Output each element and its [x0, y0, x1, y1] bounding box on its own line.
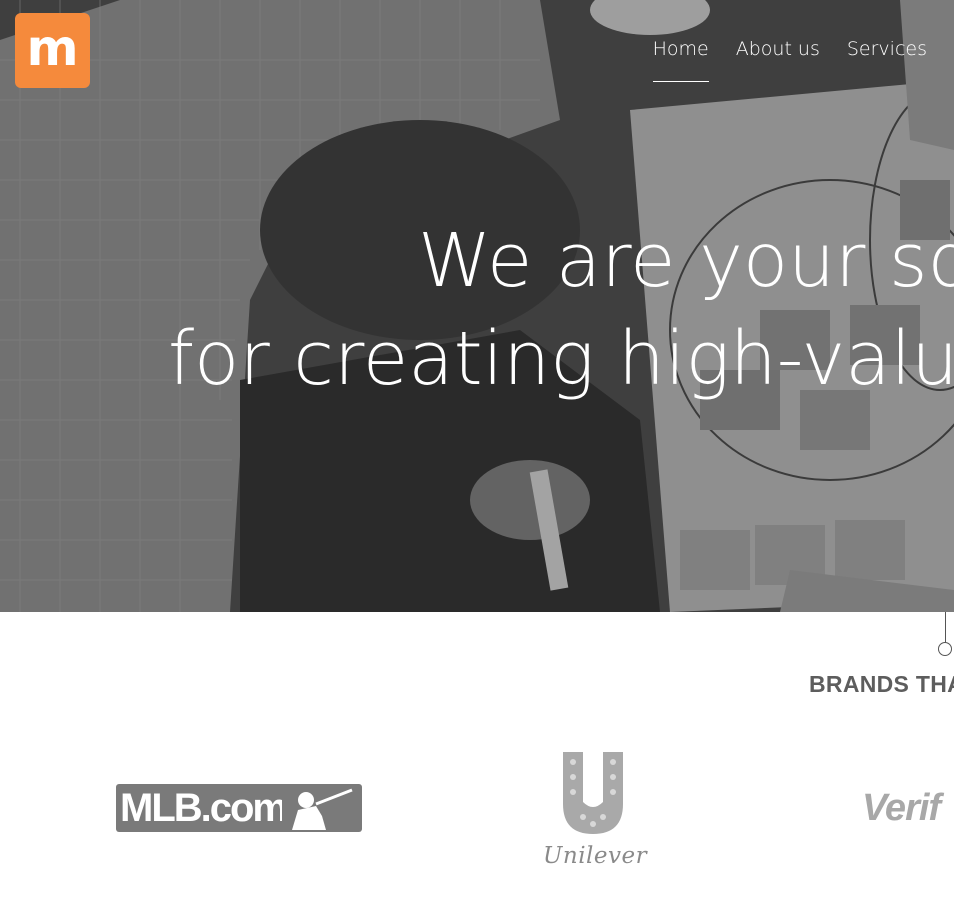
connector-dot	[938, 642, 952, 656]
mlb-logo: MLB.com	[116, 784, 362, 834]
hero-headline-line-1: We are your so	[418, 218, 954, 304]
unilever-logo-text: Unilever	[543, 843, 648, 869]
main-nav: Home About us Services	[652, 38, 954, 82]
hero-section: m Home About us Services We are your so …	[0, 0, 954, 612]
brand-logo[interactable]: m	[15, 13, 90, 88]
nav-services[interactable]: Services	[847, 38, 927, 82]
mlb-batter-icon	[282, 786, 360, 830]
mlb-logo-box: MLB.com	[116, 784, 362, 832]
brands-heading: BRANDS THA	[809, 671, 954, 697]
logo-letter: m	[26, 18, 79, 77]
verifone-logo: Verif	[862, 787, 941, 829]
nav-home[interactable]: Home	[652, 38, 709, 82]
unilever-logo: Unilever	[543, 752, 648, 869]
hero-headline: We are your so for creating high-value	[168, 212, 954, 408]
nav-about-us[interactable]: About us	[736, 38, 820, 82]
connector-line	[945, 612, 946, 646]
hero-headline-line-2: for creating high-value	[168, 316, 954, 402]
unilever-u-icon	[563, 752, 623, 834]
mlb-logo-text: MLB.com	[120, 786, 288, 830]
